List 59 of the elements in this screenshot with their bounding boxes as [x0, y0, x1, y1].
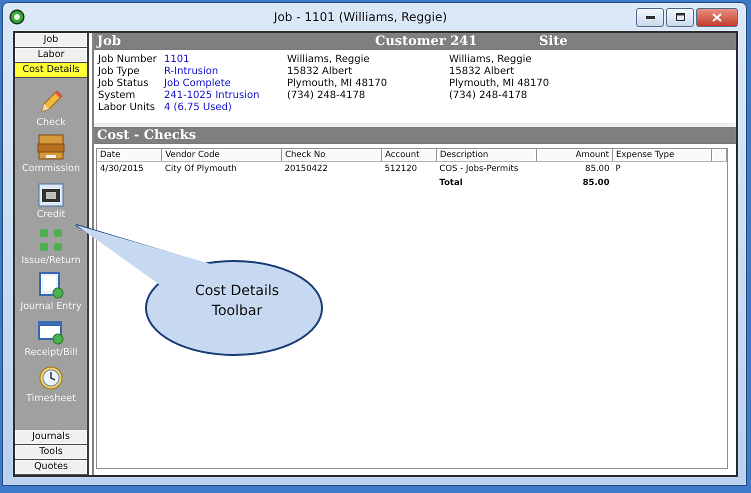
field-label: Job Type — [98, 66, 141, 78]
sidebar-tab[interactable]: Cost Details — [15, 63, 87, 78]
customer-text: 15832 Albert — [287, 66, 354, 78]
window-title: Job - 1101 (Williams, Reggie) — [272, 10, 448, 24]
column-header[interactable]: Account — [382, 149, 436, 162]
field-value: 241-1025 Intrusion — [164, 90, 260, 102]
field-value: 1101 — [164, 54, 190, 66]
window-icon[interactable] — [37, 319, 65, 345]
customer-text: Williams, Reggie — [287, 54, 370, 66]
sidebar-tab[interactable]: Job — [15, 33, 87, 48]
customer-text: (734) 248-4178 — [287, 90, 366, 102]
maximize-icon — [676, 13, 684, 21]
column-header[interactable]: Vendor Code — [162, 149, 282, 162]
table-cell: COS - Jobs-Permits — [439, 164, 518, 174]
table-cell: 20150422 — [284, 164, 328, 174]
section-heading: Site — [539, 34, 568, 49]
field-label: Job Status — [98, 78, 150, 90]
minimize-button[interactable] — [636, 8, 664, 26]
table-cell: P — [616, 164, 621, 174]
section-heading: Job — [97, 34, 121, 49]
column-header[interactable]: Amount — [536, 149, 612, 162]
card-icon[interactable] — [38, 183, 64, 207]
field-value: 4 (6.75 Used) — [164, 102, 232, 114]
field-label: System — [98, 90, 136, 102]
table-cell: 4/30/2015 — [100, 164, 144, 174]
column-header[interactable]: Expense Type — [612, 149, 712, 162]
column-header[interactable]: Description — [436, 149, 537, 162]
sidebar-tab[interactable]: Quotes — [15, 460, 87, 475]
customer-text: Plymouth, MI 48170 — [287, 78, 388, 90]
column-header[interactable] — [711, 149, 726, 162]
table-cell: 85.00 — [585, 164, 610, 174]
site-text: Plymouth, MI 48170 — [449, 78, 550, 90]
table-cell: City Of Plymouth — [164, 164, 237, 174]
field-label: Job Number — [98, 54, 158, 66]
column-header[interactable]: Date — [97, 149, 162, 162]
total-amount: 85.00 — [582, 178, 610, 188]
field-label: Labor Units — [98, 102, 156, 114]
field-value: R-Intrusion — [164, 66, 218, 78]
field-value: Job Complete — [164, 78, 231, 90]
callout-text: Cost Details Toolbar — [194, 282, 280, 321]
minimize-icon — [646, 16, 654, 18]
section-heading: Cost - Checks — [97, 128, 196, 143]
sidebar-tab[interactable]: Tools — [15, 445, 87, 460]
site-text: Williams, Reggie — [449, 54, 532, 66]
journal-icon[interactable] — [37, 271, 65, 299]
close-button[interactable] — [696, 8, 738, 26]
app-icon — [9, 9, 25, 25]
site-text: 15832 Albert — [449, 66, 516, 78]
total-label: Total — [439, 178, 463, 188]
section-heading: Customer 241 — [375, 34, 478, 49]
maximize-button[interactable] — [666, 8, 694, 26]
site-text: (734) 248-4178 — [449, 90, 528, 102]
drawer-icon[interactable] — [37, 133, 65, 161]
close-icon — [712, 12, 722, 22]
sidebar-tab[interactable]: Journals — [15, 430, 87, 445]
sidebar-tab[interactable]: Labor — [15, 48, 87, 63]
column-header[interactable]: Check No — [282, 149, 382, 162]
table-cell: 512120 — [384, 164, 418, 174]
clock-icon[interactable] — [38, 365, 64, 391]
